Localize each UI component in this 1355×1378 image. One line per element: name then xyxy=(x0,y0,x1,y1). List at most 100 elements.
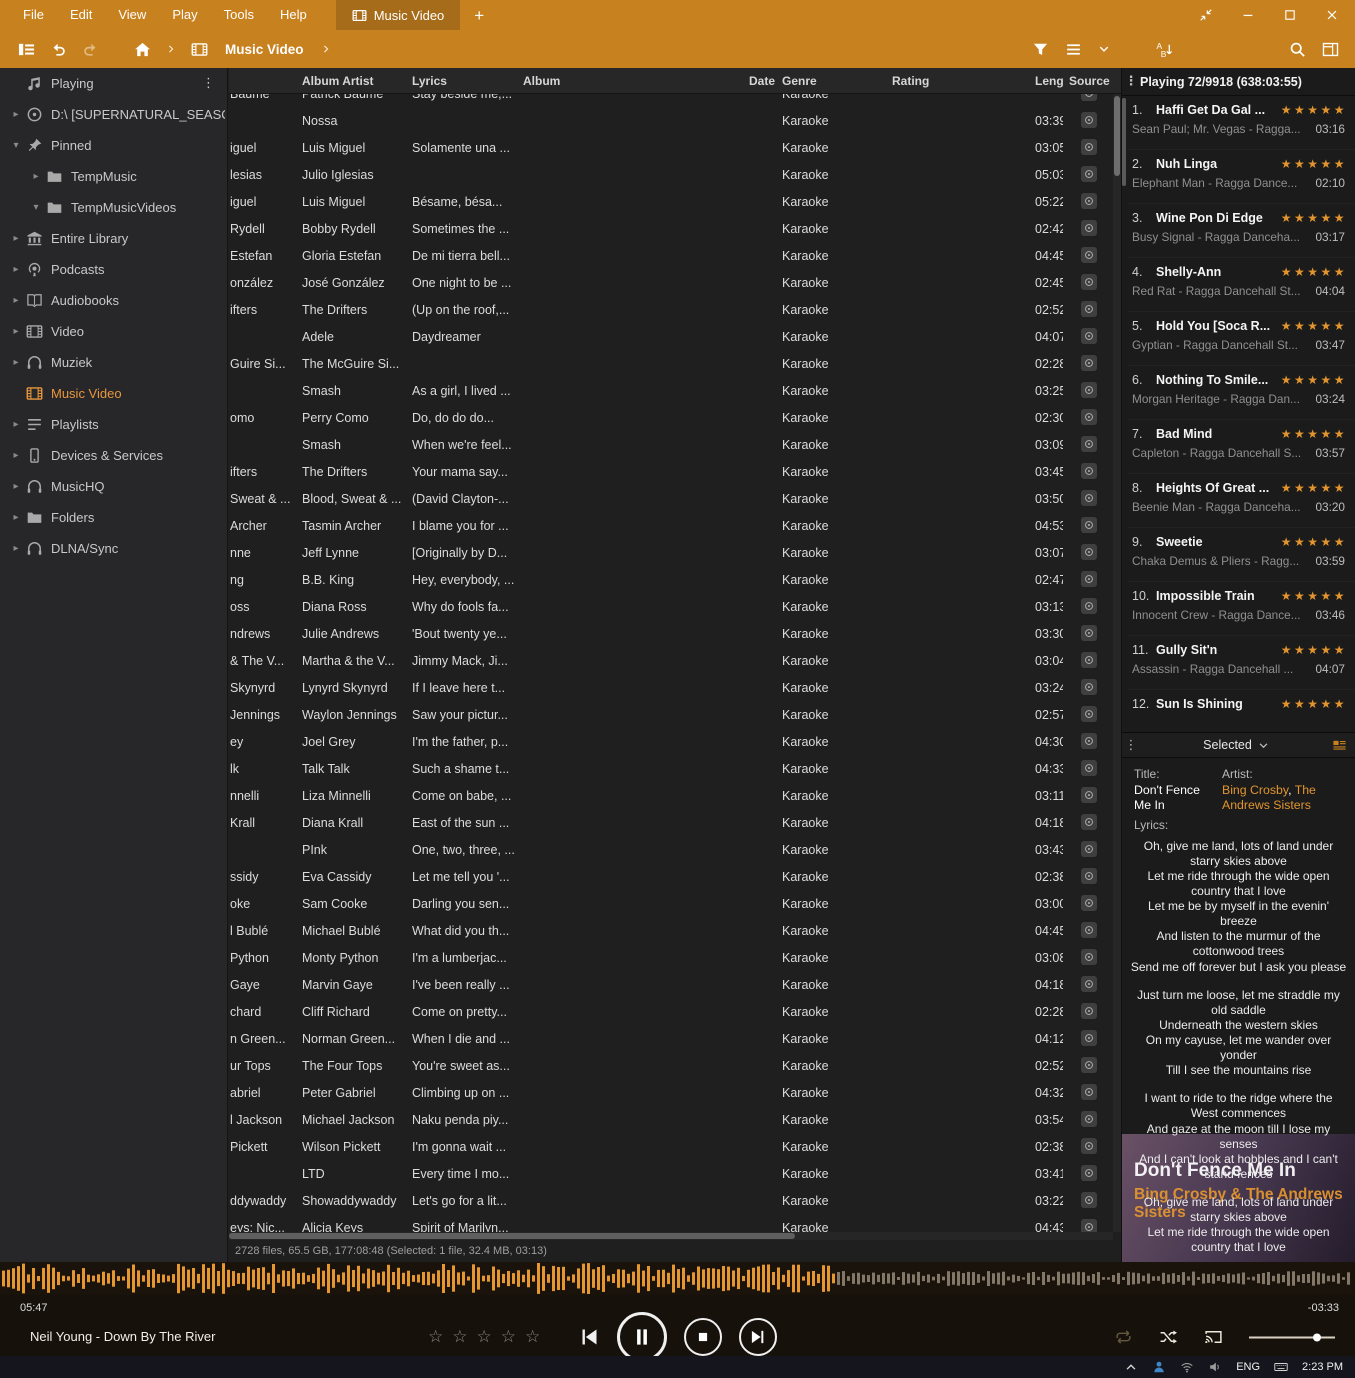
table-row[interactable]: Rydell Bobby Rydell Sometimes the ... Ka… xyxy=(229,215,1113,242)
table-row[interactable]: PInk One, two, three, ... Karaoke 03:43 xyxy=(229,836,1113,863)
table-row[interactable]: oss Diana Ross Why do fools fa... Karaok… xyxy=(229,593,1113,620)
source-icon[interactable] xyxy=(1081,571,1097,587)
chevron-right-icon[interactable]: ▸ xyxy=(8,264,24,275)
chevron-right-icon[interactable] xyxy=(321,44,331,54)
rating-stars[interactable]: ★★★★★ xyxy=(1281,265,1347,279)
source-icon[interactable] xyxy=(1081,193,1097,209)
repeat-icon[interactable] xyxy=(1114,1329,1133,1346)
column-header-lyrics[interactable]: Lyrics xyxy=(406,74,517,88)
source-icon[interactable] xyxy=(1081,733,1097,749)
selected-label[interactable]: Selected xyxy=(1203,738,1252,752)
table-row[interactable]: Estefan Gloria Estefan De mi tierra bell… xyxy=(229,242,1113,269)
table-row[interactable]: Baume Patrick Baume Stay beside me,... K… xyxy=(229,94,1113,107)
search-icon[interactable] xyxy=(1289,41,1306,58)
table-row[interactable]: Smash When we're feel... Karaoke 03:09 xyxy=(229,431,1113,458)
chevron-right-icon[interactable]: ▸ xyxy=(28,171,44,182)
waveform-seekbar[interactable] xyxy=(0,1262,1355,1295)
shuffle-icon[interactable] xyxy=(1159,1329,1178,1346)
table-row[interactable]: ndrews Julie Andrews 'Bout twenty ye... … xyxy=(229,620,1113,647)
chevron-right-icon[interactable]: ▸ xyxy=(8,419,24,430)
tray-expand-icon[interactable] xyxy=(1124,1360,1138,1374)
queue-item[interactable]: 5. Hold You [Soca R... ★★★★★ Gyptian - R… xyxy=(1128,312,1355,366)
rating-stars[interactable]: ★★★★★ xyxy=(1281,157,1347,171)
queue-item[interactable]: 8. Heights Of Great ... ★★★★★ Beenie Man… xyxy=(1128,474,1355,528)
column-header-rating[interactable]: Rating xyxy=(886,74,1029,88)
table-row[interactable]: ur Tops The Four Tops You're sweet as...… xyxy=(229,1052,1113,1079)
source-icon[interactable] xyxy=(1081,328,1097,344)
menu-tools[interactable]: Tools xyxy=(211,0,267,30)
queue-scrollbar[interactable] xyxy=(1122,98,1126,728)
horizontal-scrollbar[interactable] xyxy=(229,1232,1113,1240)
network-icon[interactable] xyxy=(1180,1360,1194,1374)
source-icon[interactable] xyxy=(1081,949,1097,965)
sidebar-item-devices-services[interactable]: ▸ Devices & Services xyxy=(0,440,227,471)
table-row[interactable]: omo Perry Como Do, do do do... Karaoke 0… xyxy=(229,404,1113,431)
rating-stars[interactable]: ★★★★★ xyxy=(1281,643,1347,657)
source-icon[interactable] xyxy=(1081,625,1097,641)
rating-stars[interactable]: ★★★★★ xyxy=(1281,481,1347,495)
chevron-right-icon[interactable]: ▸ xyxy=(8,295,24,306)
rating-stars[interactable]: ★★★★★ xyxy=(1281,211,1347,225)
source-icon[interactable] xyxy=(1081,1165,1097,1181)
column-header-source[interactable]: Source xyxy=(1063,74,1113,88)
volume-slider[interactable] xyxy=(1249,1330,1335,1344)
volume-thumb[interactable] xyxy=(1313,1333,1321,1341)
stop-button[interactable] xyxy=(684,1318,722,1356)
table-row[interactable]: oke Sam Cooke Darling you sen... Karaoke… xyxy=(229,890,1113,917)
source-icon[interactable] xyxy=(1081,139,1097,155)
more-options-icon[interactable]: ⋮ xyxy=(1122,74,1140,89)
table-row[interactable]: Sweat & ... Blood, Sweat & ... (David Cl… xyxy=(229,485,1113,512)
keyboard-icon[interactable] xyxy=(1274,1360,1288,1374)
table-row[interactable]: eys; Nic... Alicia Keys Spirit of Marily… xyxy=(229,1214,1113,1232)
source-icon[interactable] xyxy=(1081,868,1097,884)
table-row[interactable]: iguel Luis Miguel Bésame, bésa... Karaok… xyxy=(229,188,1113,215)
table-row[interactable]: lk Talk Talk Such a shame t... Karaoke 0… xyxy=(229,755,1113,782)
table-row[interactable]: chard Cliff Richard Come on pretty... Ka… xyxy=(229,998,1113,1025)
queue-item[interactable]: 3. Wine Pon Di Edge ★★★★★ Busy Signal - … xyxy=(1128,204,1355,258)
sidebar-item-playing[interactable]: Playing ⋮ xyxy=(0,68,227,99)
sort-icon[interactable]: AB xyxy=(1156,41,1173,58)
source-icon[interactable] xyxy=(1081,922,1097,938)
source-icon[interactable] xyxy=(1081,490,1097,506)
queue-item[interactable]: 2. Nuh Linga ★★★★★ Elephant Man - Ragga … xyxy=(1128,150,1355,204)
collapse-window-icon[interactable] xyxy=(1199,8,1213,22)
chevron-down-icon[interactable] xyxy=(1258,740,1269,751)
chevron-right-icon[interactable]: ▸ xyxy=(8,109,24,120)
language-indicator[interactable]: ENG xyxy=(1236,1361,1260,1373)
source-icon[interactable] xyxy=(1081,463,1097,479)
source-icon[interactable] xyxy=(1081,760,1097,776)
rating-stars[interactable]: ★★★★★ xyxy=(1281,589,1347,603)
rating-stars[interactable]: ★★★★★ xyxy=(1281,535,1347,549)
sidebar-item-music-video[interactable]: Music Video xyxy=(0,378,227,409)
view-mode-icon[interactable] xyxy=(1065,41,1082,58)
scrollbar-thumb[interactable] xyxy=(229,1233,795,1239)
source-icon[interactable] xyxy=(1081,274,1097,290)
sidebar-item-dlna-sync[interactable]: ▸ DLNA/Sync xyxy=(0,533,227,564)
pause-button[interactable] xyxy=(617,1312,667,1362)
sidebar-item-podcasts[interactable]: ▸ Podcasts xyxy=(0,254,227,285)
chevron-down-icon[interactable]: ▾ xyxy=(28,202,44,213)
more-options-icon[interactable]: ⋮ xyxy=(1122,738,1140,753)
queue-item[interactable]: 9. Sweetie ★★★★★ Chaka Demus & Pliers - … xyxy=(1128,528,1355,582)
table-row[interactable]: Skynyrd Lynyrd Skynyrd If I leave here t… xyxy=(229,674,1113,701)
rating-stars[interactable]: ★★★★★ xyxy=(1281,427,1347,441)
column-header-album[interactable]: Album xyxy=(517,74,743,88)
new-tab-button[interactable]: + xyxy=(474,7,484,24)
source-icon[interactable] xyxy=(1081,814,1097,830)
queue-item[interactable]: 1. Haffi Get Da Gal ... ★★★★★ Sean Paul;… xyxy=(1128,96,1355,150)
rating-stars[interactable]: ★★★★★ xyxy=(1281,103,1347,117)
source-icon[interactable] xyxy=(1081,382,1097,398)
menu-help[interactable]: Help xyxy=(267,0,320,30)
source-icon[interactable] xyxy=(1081,1192,1097,1208)
volume-tray-icon[interactable] xyxy=(1208,1360,1222,1374)
source-icon[interactable] xyxy=(1081,409,1097,425)
table-row[interactable]: & The V... Martha & the V... Jimmy Mack,… xyxy=(229,647,1113,674)
sidebar-item-audiobooks[interactable]: ▸ Audiobooks xyxy=(0,285,227,316)
chevron-right-icon[interactable]: ▸ xyxy=(8,326,24,337)
layout-icon[interactable] xyxy=(1332,738,1347,753)
table-row[interactable]: Nossa Karaoke 03:39 xyxy=(229,107,1113,134)
source-icon[interactable] xyxy=(1081,247,1097,263)
cast-icon[interactable] xyxy=(1204,1329,1223,1346)
columns-icon[interactable] xyxy=(1322,41,1339,58)
column-header-date[interactable]: Date xyxy=(743,74,776,88)
